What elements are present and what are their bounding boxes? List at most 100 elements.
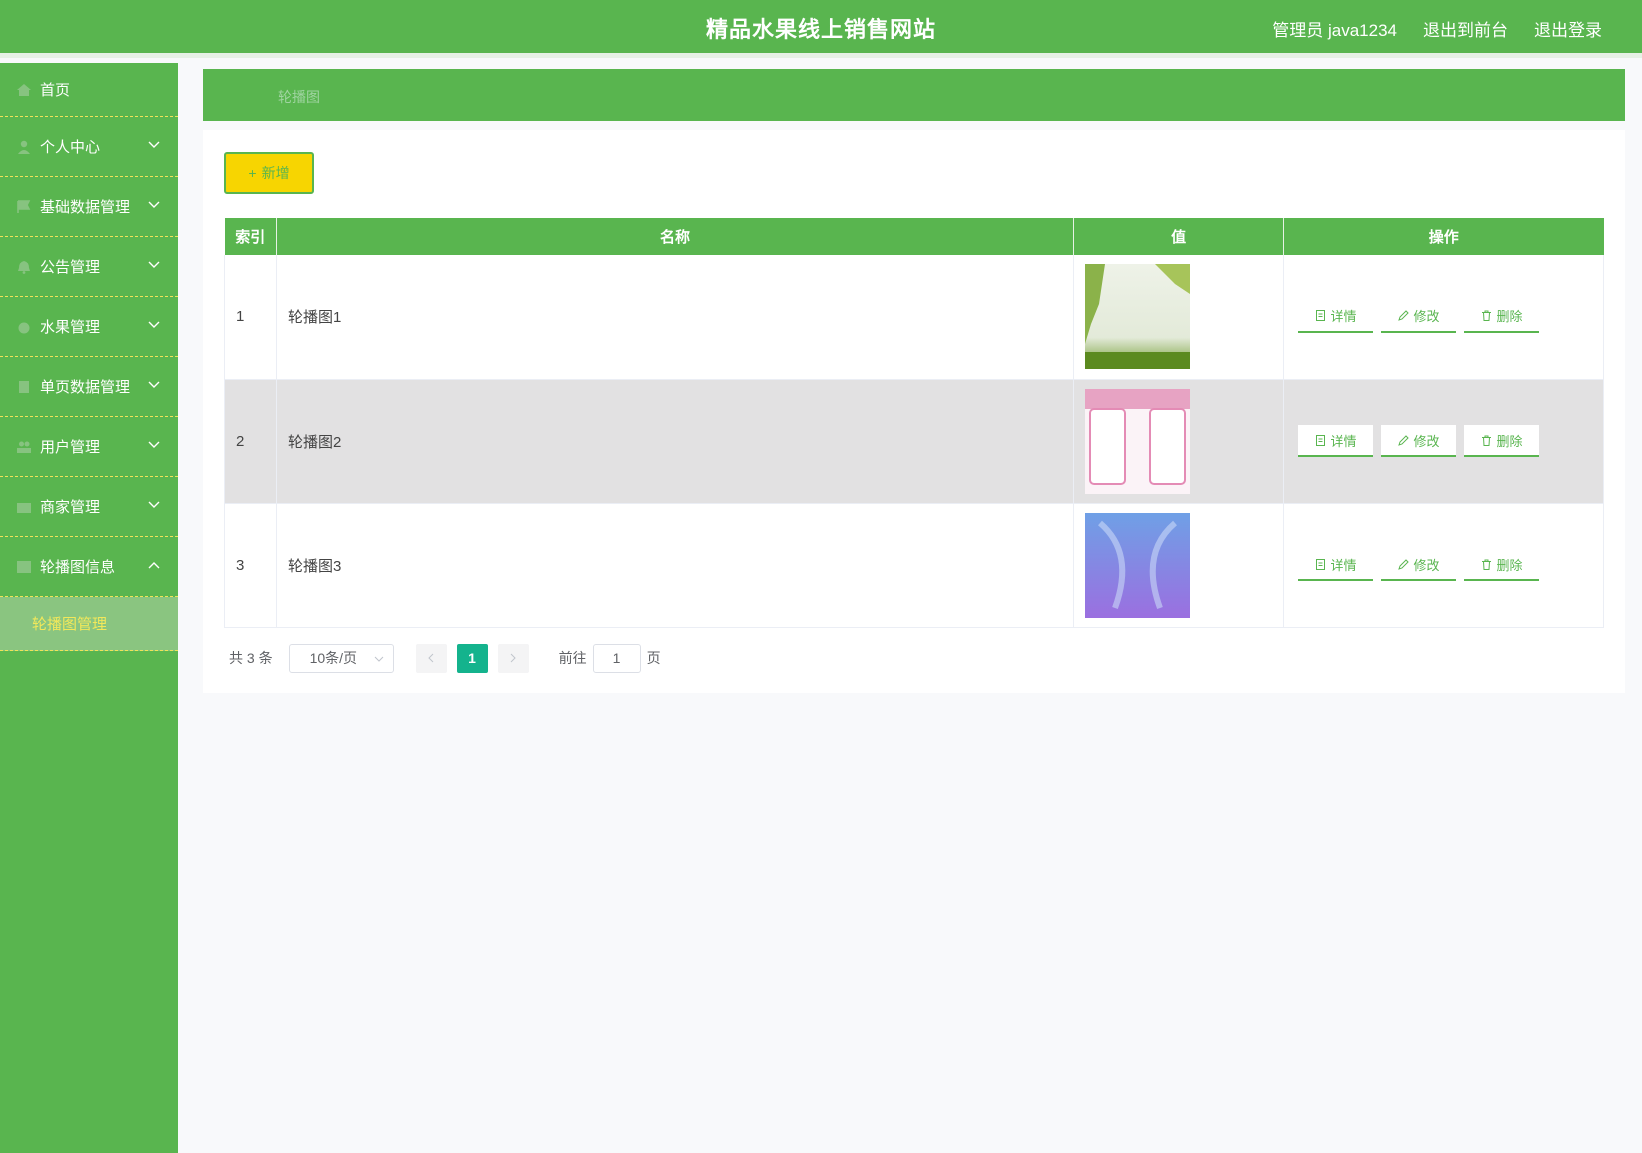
edit-icon — [1397, 434, 1409, 446]
column-header-index: 索引 — [224, 218, 277, 255]
column-header-actions: 操作 — [1283, 218, 1604, 255]
fruit-icon — [16, 320, 32, 334]
main-content-card: + 新增 索引 名称 值 操作 1 轮播图1 详情 修改 删除 2 轮播图2 详… — [203, 130, 1625, 693]
edit-button[interactable]: 修改 — [1381, 425, 1457, 457]
cell-index: 2 — [224, 379, 277, 504]
cell-value — [1073, 503, 1285, 628]
add-button-label: 新增 — [261, 165, 290, 181]
image-icon — [16, 560, 32, 574]
sidebar-subitem-carousel-manage[interactable]: 轮播图管理 — [0, 597, 178, 651]
carousel-table: 索引 名称 值 操作 1 轮播图1 详情 修改 删除 2 轮播图2 详情 修改 … — [224, 218, 1604, 628]
cell-name: 轮播图2 — [276, 379, 1075, 504]
cell-actions: 详情 修改 删除 — [1283, 379, 1604, 504]
goto-page-input[interactable] — [592, 643, 641, 673]
page-number-current[interactable]: 1 — [456, 643, 488, 673]
sidebar-item-label: 商家管理 — [40, 499, 101, 516]
cell-value — [1073, 255, 1285, 380]
cell-index: 3 — [224, 503, 277, 628]
cell-index: 1 — [224, 255, 277, 380]
page-suffix-label: 页 — [646, 650, 661, 666]
cell-value — [1073, 379, 1285, 504]
chevron-down-icon — [148, 141, 160, 149]
users-icon — [16, 440, 32, 454]
breadcrumb-current[interactable]: 轮播图 — [278, 87, 320, 107]
delete-button[interactable]: 删除 — [1464, 300, 1540, 333]
chevron-down-icon — [374, 656, 383, 662]
sidebar-item-fruit[interactable]: 水果管理 — [0, 297, 178, 357]
chevron-left-icon — [428, 653, 434, 663]
edit-button[interactable]: 修改 — [1381, 549, 1457, 581]
edit-icon — [1397, 310, 1409, 322]
user-icon — [16, 140, 32, 154]
document-icon — [1315, 310, 1325, 322]
table-row: 2 轮播图2 详情 修改 删除 — [224, 379, 1604, 504]
column-header-value: 值 — [1073, 218, 1285, 255]
chevron-down-icon — [148, 321, 160, 329]
trash-icon — [1481, 435, 1491, 446]
bell-icon — [16, 260, 32, 274]
chevron-down-icon — [148, 441, 160, 449]
pagination: 共 3 条 10条/页 1 前往 页 — [229, 643, 661, 673]
page-size-select[interactable]: 10条/页 — [288, 643, 394, 673]
plus-icon: + — [248, 165, 257, 181]
edit-button[interactable]: 修改 — [1381, 300, 1457, 333]
chevron-up-icon — [148, 561, 160, 569]
chevron-down-icon — [148, 501, 160, 509]
sidebar-item-merchant[interactable]: 商家管理 — [0, 477, 178, 537]
sidebar-item-label: 轮播图信息 — [40, 559, 116, 576]
top-header: 精品水果线上销售网站 管理员 java1234 退出到前台 退出登录 — [0, 0, 1642, 58]
next-page-button[interactable] — [497, 643, 529, 673]
sidebar-item-single-page[interactable]: 单页数据管理 — [0, 357, 178, 417]
go-frontend-link[interactable]: 退出到前台 — [1423, 16, 1508, 41]
sidebar-item-personal[interactable]: 个人中心 — [0, 117, 178, 177]
add-button[interactable]: + 新增 — [224, 152, 314, 194]
sidebar-item-label: 水果管理 — [40, 319, 101, 336]
shop-icon — [16, 500, 32, 514]
page-icon — [16, 380, 32, 394]
sidebar-item-notice[interactable]: 公告管理 — [0, 237, 178, 297]
sidebar-item-label: 基础数据管理 — [40, 199, 131, 216]
sidebar-item-base-data[interactable]: 基础数据管理 — [0, 177, 178, 237]
sidebar-item-label: 用户管理 — [40, 439, 101, 456]
logout-link[interactable]: 退出登录 — [1534, 16, 1602, 41]
carousel-image-thumbnail[interactable] — [1085, 388, 1191, 494]
table-row: 3 轮播图3 详情 修改 删除 — [224, 503, 1604, 628]
chevron-right-icon — [510, 653, 516, 663]
breadcrumb: 轮播图 — [203, 69, 1625, 121]
cell-actions: 详情 修改 删除 — [1283, 503, 1604, 628]
cell-actions: 详情 修改 删除 — [1283, 255, 1604, 380]
carousel-image-thumbnail[interactable] — [1085, 512, 1191, 618]
sidebar-item-home[interactable]: 首页 — [0, 63, 178, 117]
detail-button[interactable]: 详情 — [1298, 300, 1374, 333]
detail-button[interactable]: 详情 — [1298, 549, 1374, 581]
header-actions: 管理员 java1234 退出到前台 退出登录 — [1272, 16, 1602, 41]
table-header-row: 索引 名称 值 操作 — [224, 218, 1604, 255]
pagination-total: 共 3 条 — [229, 650, 273, 666]
sidebar-item-label: 首页 — [40, 82, 71, 99]
sidebar-item-label: 公告管理 — [40, 259, 101, 276]
page-size-value: 10条/页 — [309, 650, 358, 666]
detail-button[interactable]: 详情 — [1298, 425, 1374, 457]
sidebar-item-label: 个人中心 — [40, 139, 101, 156]
chevron-down-icon — [148, 381, 160, 389]
document-icon — [1315, 434, 1325, 446]
trash-icon — [1481, 310, 1491, 322]
column-header-name: 名称 — [276, 218, 1075, 255]
goto-label: 前往 — [558, 650, 587, 666]
document-icon — [1315, 558, 1325, 570]
table-row: 1 轮播图1 详情 修改 删除 — [224, 255, 1604, 380]
sidebar-item-carousel[interactable]: 轮播图信息 — [0, 537, 178, 597]
cell-name: 轮播图1 — [276, 255, 1075, 380]
home-icon — [16, 83, 32, 97]
admin-user-label[interactable]: 管理员 java1234 — [1272, 16, 1397, 41]
delete-button[interactable]: 删除 — [1464, 549, 1540, 581]
cell-name: 轮播图3 — [276, 503, 1075, 628]
delete-button[interactable]: 删除 — [1464, 425, 1540, 457]
edit-icon — [1397, 558, 1409, 570]
sidebar-item-label: 单页数据管理 — [40, 379, 131, 396]
sidebar-item-users[interactable]: 用户管理 — [0, 417, 178, 477]
carousel-image-thumbnail[interactable] — [1085, 264, 1191, 370]
chevron-down-icon — [148, 261, 160, 269]
prev-page-button[interactable] — [415, 643, 447, 673]
flag-icon — [16, 199, 32, 214]
